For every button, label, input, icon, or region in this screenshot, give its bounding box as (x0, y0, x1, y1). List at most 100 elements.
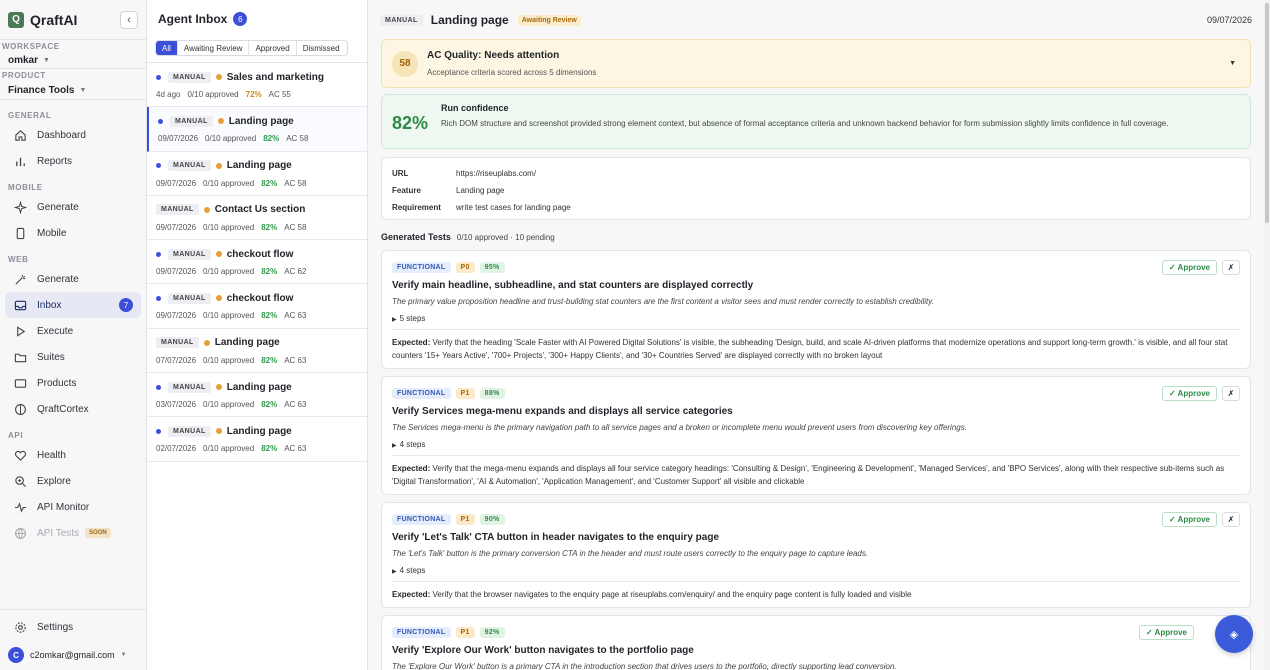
url-label: URL (392, 169, 409, 178)
sidebar-item-mobile-generate[interactable]: Generate (5, 194, 141, 220)
unread-dot (156, 74, 161, 80)
item-approved: 0/10 approved (205, 134, 257, 144)
inbox-item[interactable]: MANUAL checkout flow 09/07/2026 0/10 appro… (147, 240, 367, 285)
filter-approved[interactable]: Approved (249, 41, 297, 55)
generated-tests-summary: 0/10 approved · 10 pending (456, 232, 555, 242)
sidebar-item-suites[interactable]: Suites (5, 344, 141, 370)
test-description: The 'Let's Talk' button is the primary c… (392, 549, 869, 558)
sidebar-item-dashboard[interactable]: Dashboard (5, 122, 141, 148)
sidebar-item-api-monitor[interactable]: API Monitor (5, 494, 141, 520)
filter-all[interactable]: All (156, 41, 178, 55)
approve-button[interactable]: ✓ Approve (1138, 624, 1194, 640)
score-chip: 92% (479, 626, 505, 638)
sidebar-item-settings[interactable]: Settings (5, 614, 141, 640)
status-dot (215, 74, 222, 80)
item-confidence: 82% (261, 355, 278, 365)
main-scrollbar[interactable] (1264, 0, 1270, 670)
user-email: c2omkar@gmail.com (30, 650, 115, 660)
approve-button[interactable]: ✓ Approve (1161, 511, 1217, 527)
filter-dismissed[interactable]: Dismissed (297, 41, 346, 55)
product-name: Finance Tools (8, 85, 75, 96)
expected-text: Verify that the heading 'Scale Faster wi… (392, 338, 1228, 360)
url-value: https://riseuplabs.com/ (456, 169, 537, 178)
test-case-card: FUNCTIONAL P1 88% ✓ Approve ✗ Verify Ser… (381, 376, 1251, 495)
user-menu[interactable]: C c2omkar@gmail.com ▼ (0, 640, 146, 670)
type-tag: MANUAL (170, 115, 213, 127)
unread-dot (156, 295, 161, 301)
reject-button[interactable]: ✗ (1222, 385, 1240, 401)
test-expected: Expected: Verify that the heading 'Scale… (392, 329, 1240, 362)
reject-button[interactable]: ✗ (1222, 259, 1240, 275)
test-expected: Expected: Verify that the browser naviga… (392, 581, 1240, 601)
reject-button[interactable]: ✗ (1222, 511, 1240, 527)
avatar: C (8, 647, 24, 663)
test-type-chip: FUNCTIONAL (392, 387, 451, 399)
inbox-item[interactable]: MANUAL Landing page 09/07/2026 0/10 approv… (147, 107, 367, 152)
generated-tests-header: Generated Tests 0/10 approved · 10 pendi… (381, 229, 555, 245)
sidebar-item-label: Reports (37, 155, 73, 167)
steps-count: 4 steps (399, 566, 426, 575)
item-confidence: 82% (261, 400, 278, 410)
item-ac: AC 58 (284, 222, 307, 232)
item-approved: 0/10 approved (203, 222, 255, 232)
inbox-count-badge: 7 (119, 298, 133, 312)
sidebar-item-health[interactable]: Health (5, 442, 141, 468)
item-title: Landing page (226, 425, 292, 437)
steps-toggle[interactable]: ▶ 4 steps (392, 566, 1240, 575)
inbox-item[interactable]: MANUAL checkout flow 09/07/2026 0/10 appro… (147, 284, 367, 329)
feature-label: Feature (392, 186, 421, 195)
scrollbar-thumb[interactable] (1265, 3, 1269, 223)
inbox-item[interactable]: MANUAL Landing page 09/07/2026 0/10 approv… (147, 152, 367, 196)
sidebar-item-reports[interactable]: Reports (5, 148, 141, 174)
sidebar-item-label: Dashboard (37, 129, 86, 141)
status-dot (215, 384, 222, 391)
sidebar-item-mobile[interactable]: Mobile (5, 220, 141, 246)
item-approved: 0/10 approved (203, 178, 255, 188)
feature-value: Landing page (456, 186, 505, 195)
inbox-item[interactable]: MANUAL Landing page 02/07/2026 0/10 approv… (147, 417, 367, 462)
unread-dot (156, 163, 161, 169)
sidebar-item-label: Mobile (37, 227, 67, 239)
inbox-count-badge: 6 (233, 12, 248, 26)
detail-header: MANUAL Landing page Awaiting Review 09/0… (368, 0, 1264, 40)
test-type-chip: FUNCTIONAL (392, 261, 451, 273)
status-dot (203, 339, 210, 346)
approve-button[interactable]: ✓ Approve (1161, 259, 1217, 275)
item-date: 09/07/2026 (156, 267, 197, 277)
sidebar-item-qraftcortex[interactable]: QraftCortex (5, 396, 141, 422)
sidebar-item-inbox[interactable]: Inbox 7 (5, 292, 141, 318)
workspace-selector[interactable]: omkar ▼ (0, 51, 146, 69)
type-tag: MANUAL (156, 337, 199, 349)
inbox-item[interactable]: MANUAL Landing page 07/07/2026 0/10 approv… (147, 329, 367, 374)
product-selector[interactable]: Finance Tools ▼ (0, 80, 146, 100)
inbox-item[interactable]: MANUAL Contact Us section 09/07/2026 0/10 … (147, 196, 367, 241)
assistant-fab-button[interactable]: ◈ (1215, 615, 1253, 653)
steps-toggle[interactable]: ▶ 5 steps (392, 314, 1240, 323)
steps-toggle[interactable]: ▶ 4 steps (392, 440, 1240, 449)
chevron-down-icon[interactable]: ▼ (1229, 60, 1236, 67)
item-title: checkout flow (226, 248, 294, 260)
inbox-item[interactable]: MANUAL Sales and marketing 4d ago 0/10 app… (147, 63, 367, 108)
chevron-down-icon: ▼ (79, 87, 87, 94)
item-approved: 0/10 approved (203, 355, 255, 365)
ac-quality-card[interactable]: 58 AC Quality: Needs attention Acceptanc… (381, 39, 1251, 88)
expected-label: Expected: (392, 338, 431, 347)
score-chip: 88% (479, 387, 505, 399)
sidebar-item-label: Generate (37, 273, 79, 285)
collapse-sidebar-button[interactable]: ‹ (120, 10, 138, 29)
sidebar-item-products[interactable]: Products (5, 370, 141, 396)
folder-icon (13, 350, 27, 364)
inbox-item[interactable]: MANUAL Landing page 03/07/2026 0/10 approv… (147, 373, 367, 418)
assistant-icon: ◈ (1229, 628, 1239, 641)
section-web: WEB (8, 254, 29, 264)
sidebar-item-label: Settings (37, 621, 74, 633)
filter-awaiting-review[interactable]: Awaiting Review (178, 41, 250, 55)
item-title: Landing page (228, 115, 294, 127)
approve-button[interactable]: ✓ Approve (1161, 385, 1217, 401)
item-confidence: 72% (245, 90, 262, 99)
sidebar-item-explore[interactable]: Explore (5, 468, 141, 494)
type-tag: MANUAL (168, 160, 211, 172)
item-date: 09/07/2026 (156, 311, 197, 321)
sidebar-item-execute[interactable]: Execute (5, 318, 141, 344)
sidebar-item-web-generate[interactable]: Generate (5, 266, 141, 292)
